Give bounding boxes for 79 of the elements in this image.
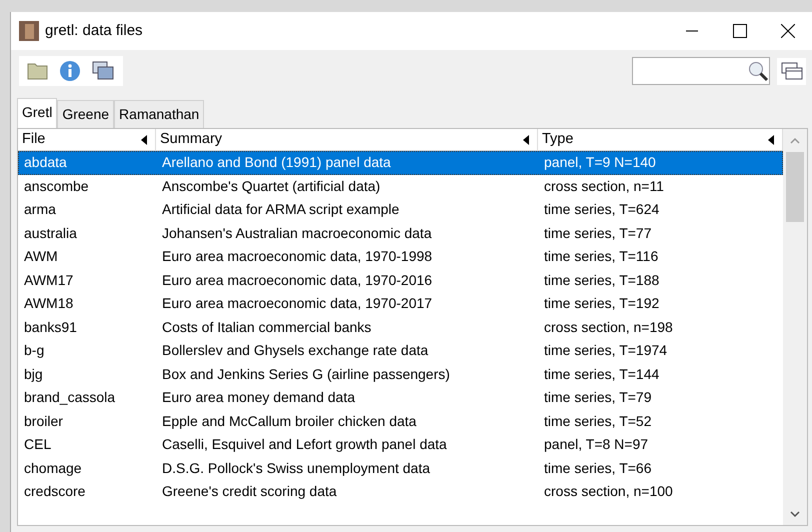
windows-icon[interactable] [91, 60, 115, 82]
table-cell-text: Epple and McCallum broiler chicken data [161, 412, 418, 431]
table-row[interactable]: AWM17 Euro area macroeconomic data, 1970-2016 time series, T=188 [18, 268, 783, 292]
tab[interactable]: Gretl [17, 98, 58, 128]
table-cell-text: cross section, n=100 [543, 482, 674, 502]
table-row[interactable]: brand_cassola Euro area money demand data time series, T=79 [18, 386, 783, 410]
table-cell-text: panel, T=8 N=97 [543, 435, 650, 454]
table-row[interactable]: abdata Arellano and Bond (1991) panel data panel, T=9 N=140 [18, 151, 783, 174]
table-cell-text: time series, T=192 [543, 294, 660, 314]
scrollbar-thumb[interactable] [786, 152, 804, 222]
table-cell-text: time series, T=188 [543, 270, 660, 290]
column-header[interactable]: Summary [156, 129, 538, 150]
table-cell-text: chomage [23, 458, 83, 478]
search-icon [747, 60, 769, 82]
table-cell-text: time series, T=116 [543, 247, 660, 266]
table-cell-text: Anscombe's Quartet (artificial data) [161, 176, 382, 196]
table-row[interactable]: broiler Epple and McCallum broiler chicken data time series, T=52 [18, 410, 783, 433]
table-cell-text: Box and Jenkins Series G (airline passengers) [161, 364, 451, 384]
table-row[interactable]: CEL Caselli, Esquivel and Lefort growth panel data panel, T=8 N=97 [18, 433, 783, 456]
column-header[interactable]: File [18, 129, 156, 150]
table-cell-text: time series, T=144 [543, 364, 660, 384]
table-cell-text: time series, T=624 [543, 200, 660, 220]
table-cell-text: Caselli, Esquivel and Lefort growth panel data [161, 435, 448, 454]
table-cell-text: arma [23, 200, 57, 220]
table-cell-text: anscombe [23, 176, 90, 196]
maximize-icon [733, 24, 747, 38]
windows-icon[interactable] [777, 58, 806, 84]
table-cell-text: Euro area macroeconomic data, 1970-2016 [161, 270, 434, 290]
table-cell-text: Euro area macroeconomic data, 1970-2017 [161, 294, 434, 314]
table-cell-text: Euro area macroeconomic data, 1970-1998 [161, 247, 434, 266]
table-cell-text: credscore [23, 482, 86, 502]
table-cell-text: Johansen's Australian macroeconomic data [161, 224, 433, 243]
table-cell-text: banks91 [23, 318, 78, 337]
table-cell-text: time series, T=79 [543, 388, 653, 408]
table-cell-text: brand_cassola [23, 388, 116, 408]
table-row[interactable]: b-g Bollerslev and Ghysels exchange rate data time series, T=1974 [18, 339, 783, 362]
table-cell-text: time series, T=52 [543, 412, 653, 431]
tab[interactable]: Greene [57, 100, 114, 128]
table-cell-text: panel, T=9 N=140 [543, 153, 657, 172]
table-cell-text: AWM [23, 247, 59, 266]
table-row[interactable]: chomage D.S.G. Pollock's Swiss unemployment data time series, T=66 [18, 456, 783, 480]
sort-arrow-icon [141, 134, 147, 144]
table-row[interactable]: AWM Euro area macroeconomic data, 1970-1998 time series, T=116 [18, 245, 783, 268]
table-row[interactable]: bjg Box and Jenkins Series G (airline passengers) time series, T=144 [18, 362, 783, 386]
table-cell-text: Artificial data for ARMA script example [161, 200, 400, 220]
table-cell-text: b-g [23, 341, 46, 360]
sort-arrow-icon [768, 134, 774, 144]
table-cell-text: time series, T=1974 [543, 341, 668, 360]
table-cell-text: Euro area money demand data [161, 388, 356, 408]
table-cell-text: time series, T=77 [543, 224, 653, 243]
search-field[interactable] [632, 57, 770, 85]
table-row[interactable]: credscore Greene's credit scoring data cross section, n=100 [18, 480, 783, 504]
app-icon [19, 21, 39, 41]
table-cell-text: D.S.G. Pollock's Swiss unemployment data [161, 458, 432, 478]
table-row[interactable]: australia Johansen's Australian macroeconomic data time series, T=77 [18, 222, 783, 245]
table-cell-text: broiler [23, 412, 64, 431]
table-cell-text: Costs of Italian commercial banks [161, 318, 372, 337]
sort-arrow-icon [523, 134, 529, 144]
tab[interactable]: Ramanathan [114, 100, 204, 128]
table-cell-text: Bollerslev and Ghysels exchange rate data [161, 341, 430, 360]
table-cell-text: AWM18 [23, 294, 74, 314]
table-cell-text: Greene's credit scoring data [161, 482, 338, 502]
table-row[interactable]: anscombe Anscombe's Quartet (artificial data) cross section, n=11 [18, 174, 783, 198]
table-cell-text: CEL [23, 435, 52, 454]
close-icon [781, 24, 795, 38]
table-cell-text: Arellano and Bond (1991) panel data [161, 153, 392, 172]
table-cell-text: cross section, n=198 [543, 318, 674, 337]
table-cell-text: cross section, n=11 [543, 176, 665, 196]
info-icon[interactable] [59, 60, 81, 82]
table-cell-text: bjg [23, 364, 44, 384]
table-cell-text: australia [23, 224, 78, 243]
scrollbar[interactable] [783, 129, 807, 525]
table-cell-text: AWM17 [23, 270, 74, 290]
table-row[interactable]: arma Artificial data for ARMA script example time series, T=624 [18, 198, 783, 222]
table-cell-text: abdata [23, 153, 68, 172]
table-row[interactable]: banks91 Costs of Italian commercial banks cross section, n=198 [18, 316, 783, 339]
table-cell-text: time series, T=66 [543, 458, 653, 478]
window-title: gretl: data files [45, 20, 144, 41]
table-row[interactable]: AWM18 Euro area macroeconomic data, 1970-2017 time series, T=192 [18, 292, 783, 316]
